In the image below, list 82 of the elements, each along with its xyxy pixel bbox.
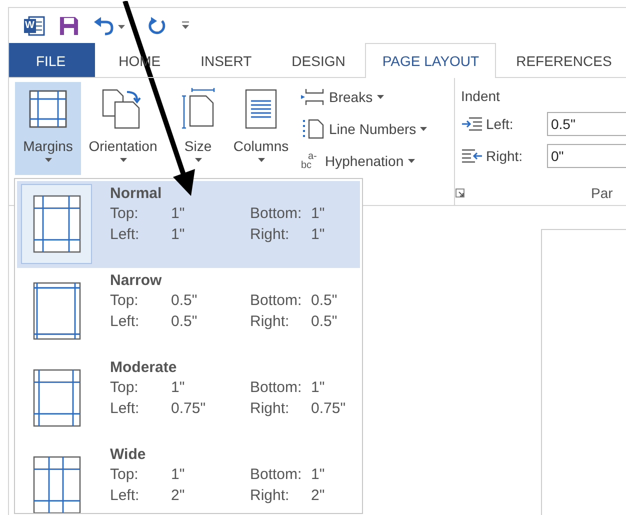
margin-value: 0.5" [171, 291, 198, 311]
ribbon-button[interactable]: Size [177, 82, 219, 175]
file-tab[interactable]: FILE [9, 43, 95, 77]
line-numbers-icon [301, 119, 325, 139]
margin-value: 1" [311, 204, 325, 224]
hyphenation-icon: a- bc [301, 152, 321, 170]
margin-preset[interactable]: Normal Top: 1" Bottom: 1" Left: 1" Right: 1" [17, 181, 360, 268]
margin-value: 0.5" [311, 291, 338, 311]
field-label: Left: [486, 116, 514, 132]
margin-label: Top: [110, 378, 140, 398]
margin-label: Right: [250, 312, 290, 332]
margin-label: Bottom: [250, 465, 303, 485]
caret-icon [408, 159, 415, 163]
ribbon-button[interactable]: Line Numbers [301, 118, 454, 140]
indent-left-icon [461, 117, 483, 131]
undo-icon[interactable] [93, 16, 125, 36]
indent-field[interactable]: 0.5" [547, 112, 626, 136]
ribbon-tab[interactable]: PAGE LAYOUT [365, 43, 496, 78]
dialog-launcher-icon[interactable] [455, 188, 465, 198]
margins-icon [28, 89, 68, 129]
customize-toolbar-icon[interactable] [181, 21, 190, 30]
ribbon-tab[interactable]: REFERENCES [496, 43, 613, 77]
margin-label: Bottom: [250, 378, 303, 398]
margin-label: Left: [110, 486, 140, 506]
caret-icon [120, 158, 126, 162]
margin-label: Top: [110, 291, 140, 311]
margin-label: Left: [110, 312, 140, 332]
ribbon-tab[interactable]: INSERT [180, 43, 272, 77]
page-size-icon [180, 88, 216, 130]
margin-preset[interactable]: Narrow Top: 0.5" Bottom: 0.5" Left: 0.5" Right: 0.5" [17, 268, 360, 355]
save-icon[interactable] [59, 16, 79, 36]
group-title: Indent [461, 88, 501, 104]
caret-icon [44, 158, 52, 162]
ribbon-tab[interactable]: DESIGN [272, 43, 366, 77]
indent-field[interactable]: 0" [547, 144, 626, 168]
margin-preset[interactable]: Moderate Top: 1" Bottom: 1" Left: 0.75" Right: 0.75" [17, 355, 360, 442]
margin-value: 2" [171, 486, 185, 506]
ribbon-button[interactable]: Columns [227, 82, 295, 175]
caret-icon [194, 158, 202, 162]
margin-value: 1" [311, 225, 325, 245]
margin-label: Right: [250, 399, 290, 419]
page-margins-icon [32, 369, 80, 427]
preset-name: Normal [110, 184, 163, 204]
caret-icon [258, 158, 264, 162]
margin-label: Top: [110, 465, 140, 485]
margin-value: 1" [171, 204, 185, 224]
field-label: Right: [486, 148, 524, 164]
margin-value: 0.75" [311, 399, 346, 419]
margin-label: Right: [250, 225, 290, 245]
margin-label: Bottom: [250, 204, 303, 224]
page-break-icon [301, 88, 325, 106]
margin-value: 2" [311, 486, 325, 506]
page-margins-icon [32, 195, 80, 253]
redo-icon[interactable] [147, 16, 167, 36]
margin-value: 1" [171, 465, 185, 485]
margin-label: Left: [110, 399, 140, 419]
margin-label: Bottom: [250, 291, 303, 311]
page-margins-icon [32, 282, 80, 340]
caret-icon [376, 95, 384, 99]
margin-value: 1" [311, 465, 325, 485]
margin-label: Right: [250, 486, 290, 506]
ribbon-button[interactable]: Orientation [81, 82, 165, 175]
margin-value: 1" [171, 378, 185, 398]
margin-value: 0.5" [311, 312, 338, 332]
indent-right-icon [461, 149, 483, 163]
margin-value: 0.5" [171, 312, 198, 332]
columns-icon [245, 89, 277, 129]
ribbon-button[interactable]: a- bc Hyphenation [301, 150, 454, 172]
margin-label: Left: [110, 225, 140, 245]
preset-name: Wide [110, 445, 147, 465]
caret-icon [420, 127, 428, 131]
preset-name: Narrow [110, 271, 163, 291]
margin-value: 0.75" [171, 399, 206, 419]
margin-value: 1" [311, 378, 325, 398]
word-app-icon[interactable]: W [23, 14, 45, 36]
margin-value: 1" [171, 225, 185, 245]
margin-preset[interactable]: Wide Top: 1" Bottom: 1" Left: 2" Right: 2" [17, 442, 360, 513]
ribbon-button[interactable]: Margins [15, 82, 81, 175]
group-label: Par [591, 185, 613, 201]
preset-name: Moderate [110, 358, 178, 378]
ribbon-button[interactable]: Breaks [301, 86, 454, 108]
margin-label: Top: [110, 204, 140, 224]
